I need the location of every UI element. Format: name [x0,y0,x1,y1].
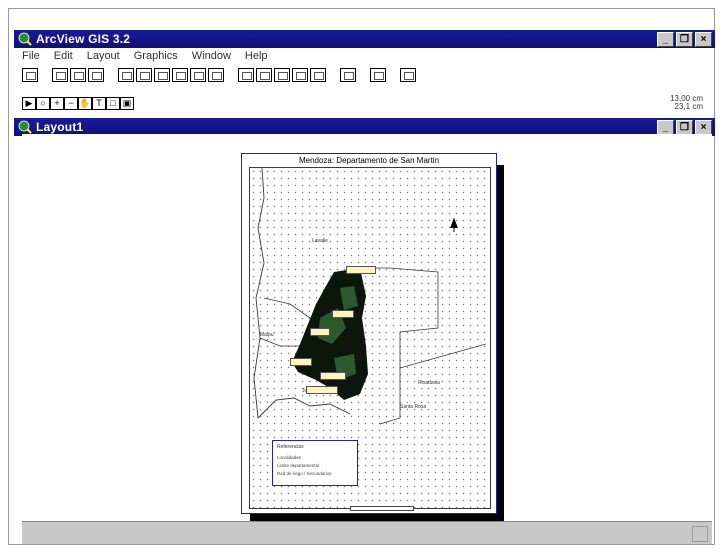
status-bar [22,521,712,544]
minimize-button[interactable]: _ [657,32,674,47]
legend-title: Referencias [277,444,304,450]
legend-item: Localidades [277,455,302,460]
maximize-button[interactable]: ❐ [676,32,693,47]
rectangle-tool-icon[interactable]: □ [106,96,120,110]
menu-file[interactable]: File [22,50,40,64]
layout-title: Layout1 [36,120,84,134]
layout-minimize-button[interactable]: _ [657,120,674,135]
region-label-rivadavia: Rivadavia [418,380,440,386]
bring-front-button[interactable] [172,68,188,82]
app-title: ArcView GIS 3.2 [36,32,131,46]
north-arrow-icon [450,218,458,232]
text-tool-icon[interactable]: T [92,96,106,110]
layout-window-icon [18,120,32,134]
menu-help[interactable]: Help [245,50,268,64]
legend-item: Limite departamental [277,463,320,468]
page-setup-button[interactable] [70,68,86,82]
zoom-in-tool-icon[interactable]: + [50,96,64,110]
menu-layout[interactable]: Layout [87,50,120,64]
send-back-button[interactable] [190,68,206,82]
save-project-button[interactable] [22,68,38,82]
map-legend[interactable]: Referencias Localidades Limite departame… [272,440,358,486]
app-window-controls: _ ❐ × [657,32,712,47]
arcview-globe-icon [18,32,32,46]
zoom-out-tool-icon[interactable]: − [64,96,78,110]
scale-readout-line2: 23,1 cm [674,102,703,111]
region-label-maipu: Maipu [260,332,274,338]
menu-edit[interactable]: Edit [54,50,73,64]
properties-button[interactable] [52,68,68,82]
zoom-full-button[interactable] [238,68,254,82]
vertex-edit-tool-icon[interactable]: ○ [36,96,50,110]
scale-readout: 13,00 cm 23,1 cm [670,95,703,111]
app-titlebar[interactable]: ArcView GIS 3.2 _ ❐ × [14,30,715,48]
zoom-page-button[interactable] [274,68,290,82]
locality-tag [290,358,312,366]
button-bar [22,66,416,84]
locality-tag [320,372,346,380]
map-scalebar[interactable] [350,506,414,511]
close-button[interactable]: × [695,32,712,47]
resize-grip-icon[interactable] [692,526,708,542]
region-label-lavalle: Lavalle [312,238,328,244]
pointer-tool-icon[interactable]: ▶ [22,96,36,110]
map-title[interactable]: Mendoza: Departamento de San Martin [242,156,496,165]
layout-frame-button[interactable] [340,68,356,82]
layout-close-button[interactable]: × [695,120,712,135]
zoom-in-button[interactable] [292,68,308,82]
layout-maximize-button[interactable]: ❐ [676,120,693,135]
menu-graphics[interactable]: Graphics [134,50,178,64]
layout-page[interactable]: Mendoza: Departamento de San Martin Lava… [241,153,497,514]
help-button[interactable] [400,68,416,82]
legend-item: Red de riego / Secundarios [277,471,332,476]
zoom-out-button[interactable] [310,68,326,82]
frame-tool-icon[interactable]: ▣ [120,96,134,110]
pan-tool-icon[interactable]: ✋ [78,96,92,110]
layout-window-controls: _ ❐ × [657,120,712,135]
zoom-actual-button[interactable] [256,68,272,82]
ungroup-button[interactable] [154,68,170,82]
locality-tag [332,310,354,318]
locality-tag [306,386,338,394]
locality-tag [310,328,330,336]
print-button[interactable] [88,68,104,82]
locality-tag [346,266,376,274]
region-label-santa-rosa: Santa Rosa [400,404,427,410]
frame-tool-button[interactable] [118,68,134,82]
menu-window[interactable]: Window [192,50,231,64]
tool-bar: ▶ ○ + − ✋ T □ ▣ [22,94,134,112]
menu-bar: File Edit Layout Graphics Window Help [22,50,268,64]
align-button[interactable] [208,68,224,82]
group-button[interactable] [136,68,152,82]
view-frame[interactable]: Lavalle Maipu Rivadavia Santa Rosa Junin… [249,167,491,511]
template-button[interactable] [370,68,386,82]
